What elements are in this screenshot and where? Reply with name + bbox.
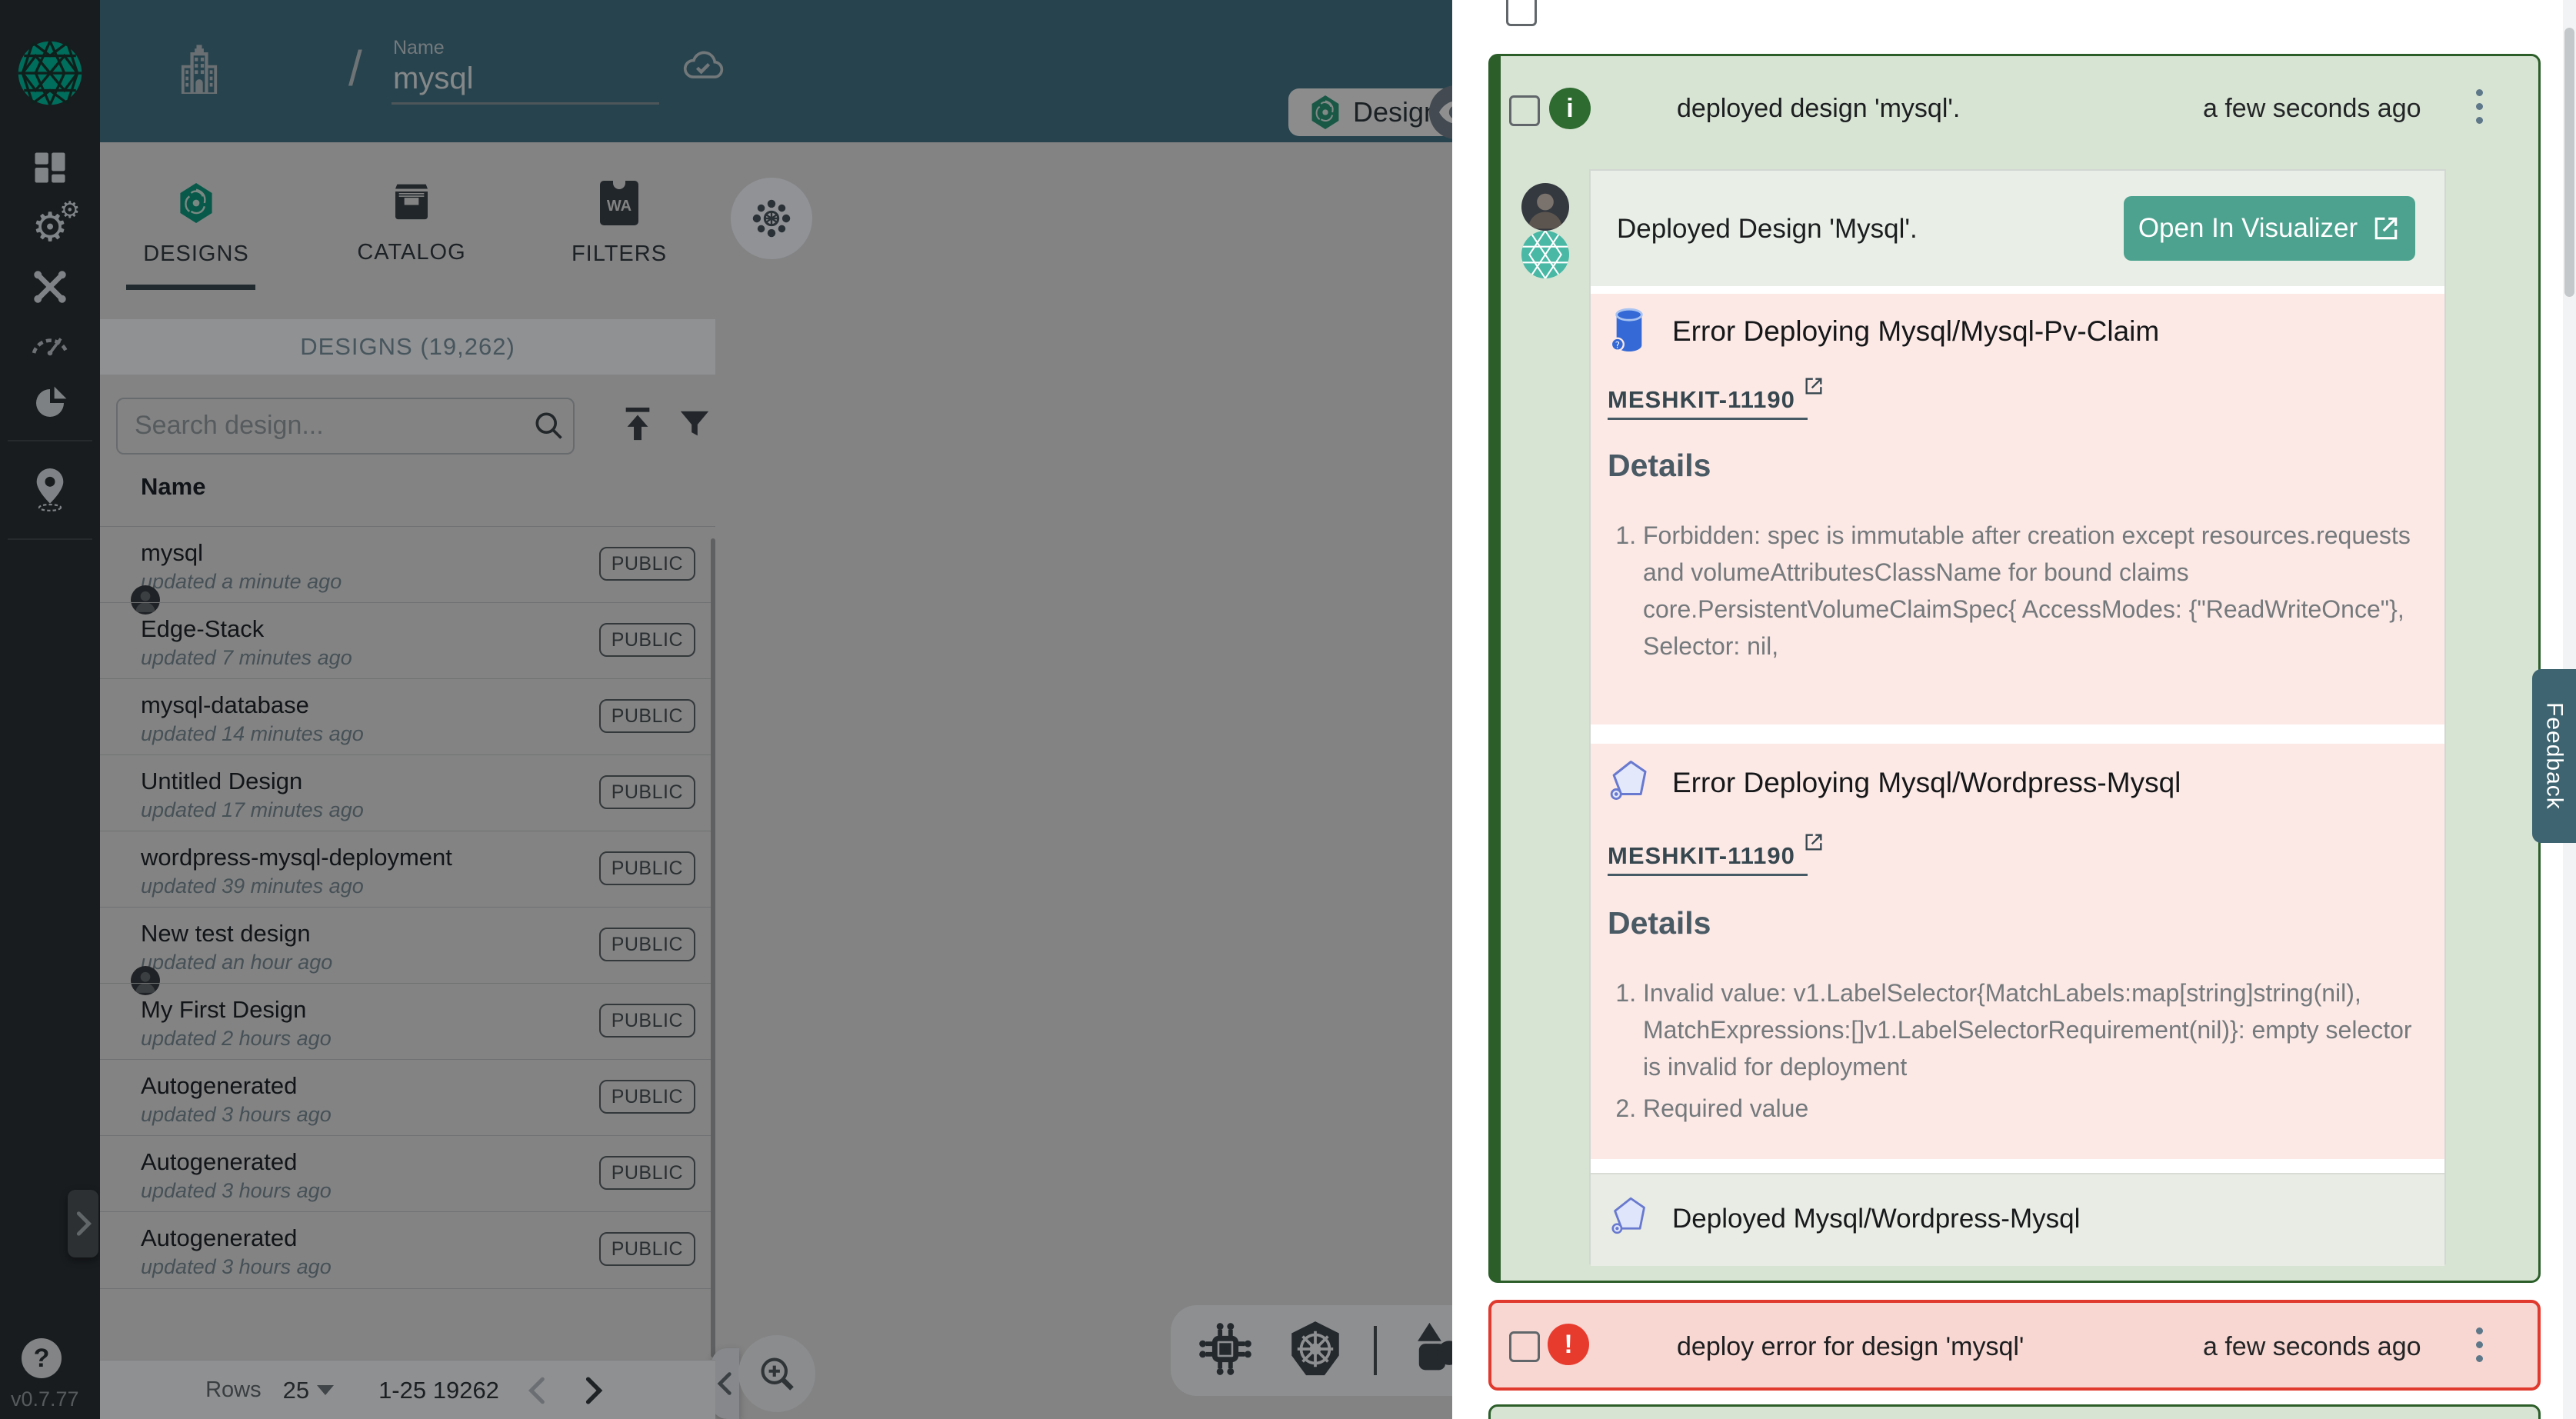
chevron-left-icon — [716, 1371, 735, 1396]
error-details-list: Invalid value: v1.LabelSelector{MatchLab… — [1608, 974, 2412, 1131]
modal-backdrop[interactable] — [0, 0, 1452, 1419]
error-section-title: Error Deploying Mysql/Wordpress-Mysql — [1672, 767, 2181, 799]
deployed-line-text: Deployed Mysql/Wordpress-Mysql — [1672, 1204, 2080, 1234]
cluster-node-icon — [751, 198, 791, 238]
previous-page-button[interactable] — [521, 1374, 555, 1407]
notification-detail-card: Deployed Design 'Mysql'. Open In Visuali… — [1589, 169, 2446, 1264]
error-details-list: Forbidden: spec is immutable after creat… — [1608, 517, 2412, 669]
notification-card-partial[interactable] — [1488, 1404, 2541, 1419]
rows-per-page-select[interactable]: 25 — [283, 1377, 334, 1404]
deployed-success-strip: Deployed Mysql/Wordpress-Mysql — [1591, 1173, 2444, 1266]
error-section-pvclaim: ? Error Deploying Mysql/Mysql-Pv-Claim M… — [1591, 294, 2444, 724]
detail-heading: Deployed Design 'Mysql'. — [1617, 214, 1918, 245]
service-pentagon-icon — [1608, 758, 1651, 808]
meshkit-error-link[interactable]: MESHKIT-11190 — [1608, 386, 1808, 420]
error-section-wordpress: Error Deploying Mysql/Wordpress-Mysql ME… — [1591, 744, 2444, 1159]
pagination-bar: Rows 25 1-25 19262 — [100, 1360, 715, 1419]
pvclaim-cylinder-icon: ? — [1608, 306, 1651, 358]
error-detail-item: Forbidden: spec is immutable after creat… — [1643, 517, 2412, 665]
dock-divider — [1374, 1326, 1377, 1375]
notification-time: a few seconds ago — [2203, 1332, 2421, 1362]
feedback-label: Feedback — [2541, 702, 2568, 810]
feedback-tab[interactable]: Feedback — [2532, 669, 2576, 843]
external-link-icon — [2371, 214, 2401, 243]
notification-center-drawer: i deployed design 'mysql'. a few seconds… — [1452, 0, 2576, 1419]
external-link-icon — [1803, 375, 1825, 403]
error-section-title: Error Deploying Mysql/Mysql-Pv-Claim — [1672, 315, 2159, 348]
notification-checkbox-partial[interactable] — [1506, 0, 1537, 26]
meshery-pattern-avatar — [1521, 231, 1569, 278]
designs-count-header: DESIGNS (19,262) — [100, 319, 715, 375]
app-root: ⚙⚙ ? v0.7.77 / Name mysql — [0, 0, 2576, 1419]
error-detail-item: Invalid value: v1.LabelSelector{MatchLab… — [1643, 974, 2412, 1085]
notification-menu-button[interactable] — [2475, 1327, 2483, 1362]
kubernetes-icon[interactable] — [1283, 1317, 1348, 1384]
zoom-in-button[interactable] — [738, 1335, 815, 1412]
page-range-label: 1-25 19262 — [378, 1377, 499, 1404]
rows-label: Rows — [205, 1377, 262, 1403]
caret-down-icon — [317, 1385, 334, 1395]
error-icon: ! — [1548, 1324, 1589, 1365]
detail-header-strip: Deployed Design 'Mysql'. Open In Visuali… — [1591, 171, 2444, 286]
svg-text:?: ? — [1615, 339, 1620, 350]
details-heading: Details — [1608, 905, 1711, 941]
notification-time: a few seconds ago — [2203, 94, 2421, 124]
error-detail-item: Required value — [1643, 1090, 2412, 1127]
info-icon: i — [1549, 88, 1591, 129]
meshkit-error-link[interactable]: MESHKIT-11190 — [1608, 842, 1808, 876]
user-photo-avatar — [1521, 183, 1569, 231]
external-link-icon — [1803, 831, 1825, 859]
details-heading: Details — [1608, 448, 1711, 484]
chevron-right-icon — [582, 1376, 605, 1405]
notification-menu-button[interactable] — [2475, 89, 2483, 124]
zoom-in-icon — [757, 1354, 797, 1394]
components-chip-icon[interactable] — [1194, 1317, 1257, 1384]
next-page-button[interactable] — [576, 1374, 610, 1407]
notification-title: deploy error for design 'mysql' — [1677, 1332, 2024, 1362]
success-card-checkbox[interactable] — [1509, 95, 1540, 126]
canvas-node[interactable] — [731, 178, 812, 259]
service-pentagon-icon — [1609, 1194, 1649, 1241]
chevron-left-icon — [526, 1376, 549, 1405]
open-in-visualizer-button[interactable]: Open In Visualizer — [2124, 196, 2415, 261]
drawer-scrollbar-thumb[interactable] — [2564, 28, 2574, 297]
notification-title: deployed design 'mysql'. — [1677, 94, 1960, 124]
error-card-checkbox[interactable] — [1509, 1331, 1540, 1362]
collapse-panel-button[interactable] — [711, 1348, 739, 1419]
